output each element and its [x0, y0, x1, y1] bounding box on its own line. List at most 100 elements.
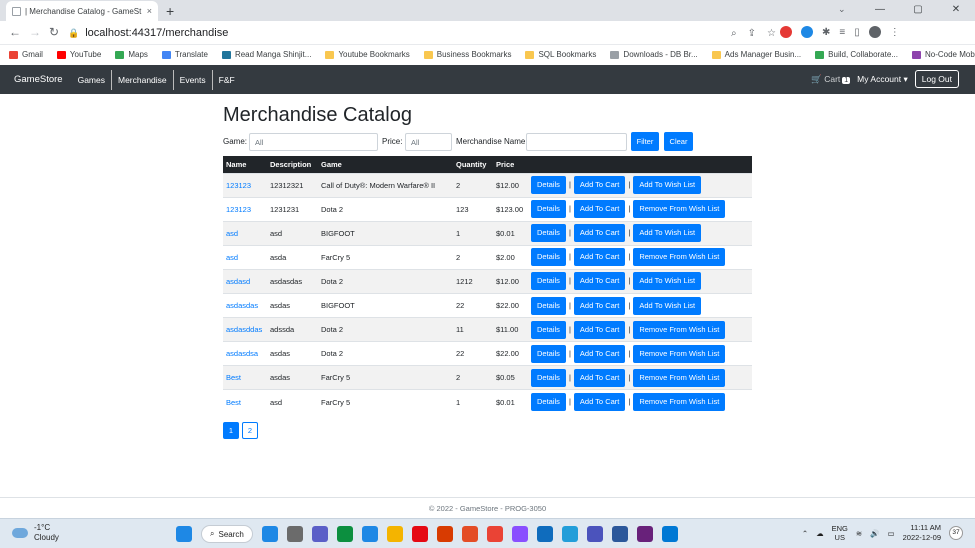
add-to-cart-button[interactable]: Add To Cart	[573, 344, 626, 363]
taskbar-app-icon[interactable]	[561, 526, 578, 542]
nav-games[interactable]: Games	[72, 69, 112, 90]
add-to-cart-button[interactable]: Add To Cart	[573, 393, 626, 412]
page-button-2[interactable]: 2	[242, 422, 258, 439]
onedrive-icon[interactable]: ☁	[816, 529, 824, 538]
wish-list-button[interactable]: Add To Wish List	[633, 296, 702, 315]
bookmark-item[interactable]: Business Bookmarks	[423, 50, 511, 59]
notification-badge[interactable]: 37	[949, 526, 963, 540]
details-button[interactable]: Details	[531, 248, 566, 267]
merch-name-link[interactable]: 123123	[226, 205, 251, 214]
details-button[interactable]: Details	[531, 393, 566, 412]
taskbar-app-icon[interactable]	[336, 526, 353, 542]
page-button-1[interactable]: 1	[223, 422, 239, 439]
game-filter-input[interactable]: All	[249, 133, 378, 151]
bookmark-item[interactable]: Translate	[161, 50, 208, 59]
reload-icon[interactable]: ↻	[49, 25, 59, 39]
merch-name-link[interactable]: asdasdsa	[226, 349, 258, 358]
tab-search-icon[interactable]: ⌄	[838, 4, 846, 15]
volume-icon[interactable]: 🔊	[870, 529, 879, 538]
close-window-button[interactable]: ✕	[937, 0, 975, 21]
address-bar[interactable]: 🔒 localhost:44317/merchandise ⌕ ⇪ ☆	[64, 23, 776, 43]
taskbar-app-icon[interactable]	[511, 526, 528, 542]
logout-button[interactable]: Log Out	[914, 70, 959, 88]
nav-ff[interactable]: F&F	[213, 70, 241, 90]
bookmark-item[interactable]: No-Code Mobile A...	[911, 50, 975, 59]
nav-events[interactable]: Events	[174, 69, 213, 90]
details-button[interactable]: Details	[531, 344, 566, 363]
add-to-cart-button[interactable]: Add To Cart	[573, 320, 626, 339]
taskbar-app-icon[interactable]	[536, 526, 553, 542]
merch-name-link[interactable]: asdasdas	[226, 301, 258, 310]
taskbar-app-icon[interactable]	[311, 526, 328, 542]
add-to-cart-button[interactable]: Add To Cart	[573, 200, 626, 219]
bookmark-item[interactable]: Read Manga Shinjit...	[221, 50, 311, 59]
language-indicator[interactable]: ENG US	[832, 524, 848, 542]
add-to-cart-button[interactable]: Add To Cart	[573, 224, 626, 243]
tray-overflow-icon[interactable]: ⌃	[802, 529, 808, 538]
wish-list-button[interactable]: Add To Wish List	[633, 272, 702, 291]
taskbar-app-icon[interactable]	[586, 526, 603, 542]
cart-link[interactable]: 🛒 Cart 1	[811, 74, 851, 85]
close-tab-icon[interactable]: ×	[147, 6, 152, 16]
minimize-button[interactable]: —	[861, 0, 899, 21]
merch-name-link[interactable]: asdasddas	[226, 325, 262, 334]
add-to-cart-button[interactable]: Add To Cart	[573, 176, 626, 195]
taskbar-app-icon[interactable]	[436, 526, 453, 542]
details-button[interactable]: Details	[531, 296, 566, 315]
details-button[interactable]: Details	[531, 368, 566, 387]
reading-list-icon[interactable]: ≡	[839, 27, 845, 38]
wish-list-button[interactable]: Remove From Wish List	[633, 344, 726, 363]
details-button[interactable]: Details	[531, 272, 566, 291]
taskbar-app-icon[interactable]	[461, 526, 478, 542]
clock[interactable]: 11:11 AM 2022-12-09	[903, 523, 941, 543]
details-button[interactable]: Details	[531, 224, 566, 243]
wish-list-button[interactable]: Remove From Wish List	[633, 393, 726, 412]
merch-name-input[interactable]	[526, 133, 627, 151]
bookmark-item[interactable]: Youtube Bookmarks	[325, 50, 410, 59]
taskbar-app-icon[interactable]	[386, 526, 403, 542]
brand-link[interactable]: GameStore	[14, 74, 63, 85]
taskbar-app-icon[interactable]	[361, 526, 378, 542]
extension-red-icon[interactable]	[780, 26, 792, 38]
bookmark-item[interactable]: Build, Collaborate...	[815, 50, 898, 59]
share-icon[interactable]: ⇪	[748, 28, 756, 39]
account-dropdown[interactable]: My Account ▾	[857, 74, 908, 85]
wish-list-button[interactable]: Add To Wish List	[633, 176, 702, 195]
zoom-icon[interactable]: ⌕	[731, 28, 737, 39]
taskbar-app-icon[interactable]	[661, 526, 678, 542]
taskbar-app-icon[interactable]	[636, 526, 653, 542]
extension-blue-icon[interactable]	[801, 26, 813, 38]
back-icon[interactable]: ←	[9, 25, 21, 39]
wish-list-button[interactable]: Remove From Wish List	[633, 248, 726, 267]
wish-list-button[interactable]: Remove From Wish List	[633, 320, 726, 339]
taskbar-app-icon[interactable]	[261, 526, 278, 542]
weather-widget[interactable]: -1°C Cloudy	[12, 523, 59, 543]
merch-name-link[interactable]: asd	[226, 229, 238, 238]
price-filter-input[interactable]: All	[405, 133, 452, 151]
wish-list-button[interactable]: Remove From Wish List	[633, 368, 726, 387]
wifi-icon[interactable]: ≋	[856, 529, 862, 538]
details-button[interactable]: Details	[531, 176, 566, 195]
details-button[interactable]: Details	[531, 320, 566, 339]
taskbar-app-icon[interactable]	[286, 526, 303, 542]
bookmark-item[interactable]: Maps	[115, 50, 148, 59]
battery-icon[interactable]: ▭	[888, 529, 895, 538]
bookmark-item[interactable]: Ads Manager Busin...	[711, 50, 801, 59]
filter-button[interactable]: Filter	[631, 132, 659, 151]
bookmark-item[interactable]: Gmail	[9, 50, 43, 59]
profile-avatar-icon[interactable]	[868, 26, 881, 38]
add-to-cart-button[interactable]: Add To Cart	[573, 248, 626, 267]
bookmark-item[interactable]: SQL Bookmarks	[525, 50, 596, 59]
taskbar-app-icon[interactable]	[486, 526, 503, 542]
merch-name-link[interactable]: asd	[226, 253, 238, 262]
bookmark-item[interactable]: YouTube	[56, 50, 101, 59]
browser-menu-icon[interactable]: ⋮	[890, 27, 900, 38]
maximize-button[interactable]: ▢	[899, 0, 937, 21]
taskbar-search[interactable]: ⌕ Search	[201, 525, 253, 543]
bookmark-star-icon[interactable]: ☆	[767, 28, 776, 39]
add-to-cart-button[interactable]: Add To Cart	[573, 368, 626, 387]
nav-merchandise[interactable]: Merchandise	[112, 69, 174, 90]
wish-list-button[interactable]: Add To Wish List	[633, 224, 702, 243]
bookmark-item[interactable]: Downloads - DB Br...	[610, 50, 698, 59]
merch-name-link[interactable]: asdasd	[226, 277, 250, 286]
